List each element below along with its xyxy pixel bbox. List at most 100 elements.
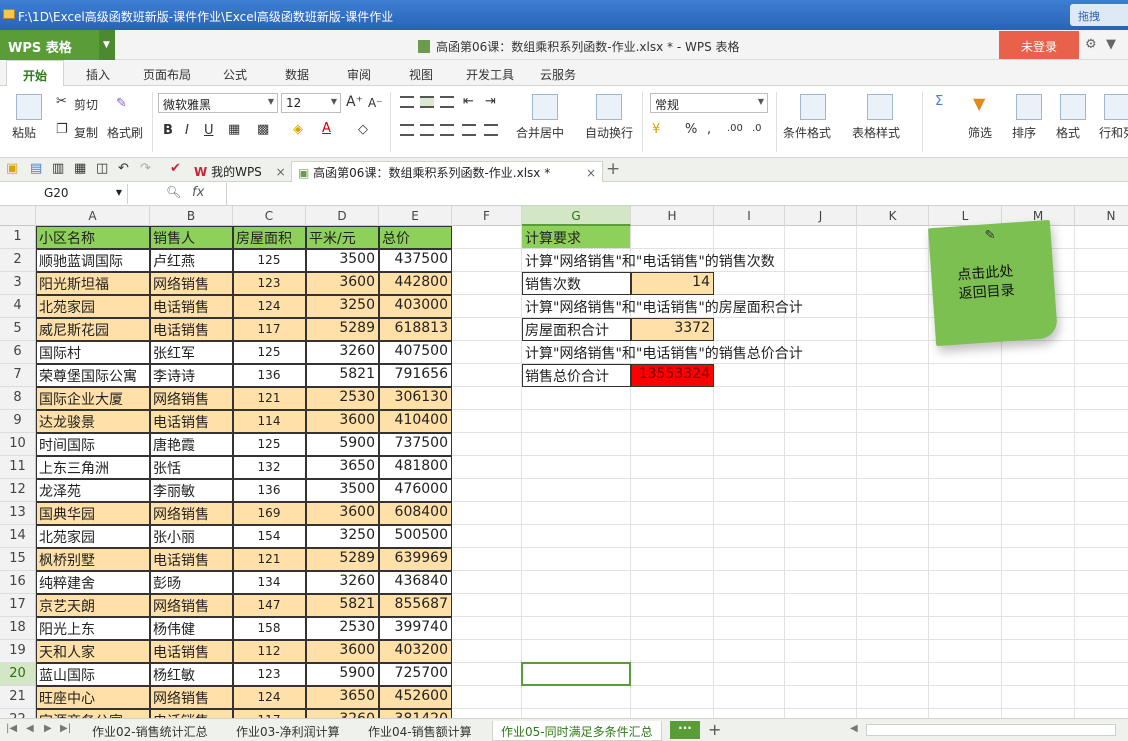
table-row-cell[interactable]: 李诗诗	[150, 364, 233, 387]
table-row-cell[interactable]: 476000	[379, 479, 452, 502]
table-row-cell[interactable]: 123	[233, 663, 306, 686]
table-row-cell[interactable]: 3500	[306, 479, 379, 502]
table-row-cell[interactable]: 阳光上东	[36, 617, 150, 640]
merge-center-icon[interactable]	[532, 94, 558, 120]
table-row-cell[interactable]: 618813	[379, 318, 452, 341]
table-row-cell[interactable]: 唐艳霞	[150, 433, 233, 456]
task-value-cell[interactable]: 14	[631, 272, 714, 295]
row-header-7[interactable]: 7	[0, 364, 36, 387]
table-row-cell[interactable]: 顺驰蓝调国际	[36, 249, 150, 272]
table-row-cell[interactable]: 彭旸	[150, 571, 233, 594]
login-button[interactable]: 未登录	[999, 31, 1079, 59]
font-size-select[interactable]: 12 ▼	[281, 93, 341, 113]
table-row-cell[interactable]: 时间国际	[36, 433, 150, 456]
table-row-cell[interactable]: 纯粹建舍	[36, 571, 150, 594]
table-style-button[interactable]: 表格样式	[852, 124, 900, 141]
table-row-cell[interactable]: 3600	[306, 502, 379, 525]
table-row-cell[interactable]: 3260	[306, 341, 379, 364]
table-row-cell[interactable]: 855687	[379, 594, 452, 617]
table-row-cell[interactable]: 158	[233, 617, 306, 640]
row-header-11[interactable]: 11	[0, 456, 36, 479]
table-row-cell[interactable]: 上东三角洲	[36, 456, 150, 479]
active-cell-g20[interactable]	[521, 662, 631, 686]
row-header-20[interactable]: 20	[0, 663, 36, 686]
sheet-tab-02[interactable]: 作业02-销售统计汇总	[84, 721, 216, 741]
align-right-icon[interactable]	[440, 124, 454, 136]
align-middle-icon[interactable]	[420, 96, 434, 108]
task-value-cell[interactable]: 3372	[631, 318, 714, 341]
tab-view[interactable]: 视图	[409, 66, 433, 83]
table-row-cell[interactable]: 威尼斯花园	[36, 318, 150, 341]
table-row-cell[interactable]: 网络销售	[150, 272, 233, 295]
column-header-e[interactable]: E	[379, 206, 452, 226]
task-label-cell[interactable]: 销售次数	[522, 272, 631, 295]
indent-decrease-icon[interactable]: ⇤	[463, 94, 474, 109]
table-row-cell[interactable]: 网络销售	[150, 387, 233, 410]
row-header-2[interactable]: 2	[0, 249, 36, 272]
table-row-cell[interactable]: 电话销售	[150, 318, 233, 341]
prev-sheet-icon[interactable]: ◀	[26, 723, 34, 734]
table-row-cell[interactable]: 114	[233, 410, 306, 433]
table-header-cell[interactable]: 销售人	[150, 226, 233, 249]
row-header-18[interactable]: 18	[0, 617, 36, 640]
table-row-cell[interactable]: 154	[233, 525, 306, 548]
table-row-cell[interactable]: 124	[233, 295, 306, 318]
table-row-cell[interactable]: 134	[233, 571, 306, 594]
font-color-icon[interactable]: A	[322, 121, 331, 136]
table-row-cell[interactable]: 宝源商务公寓	[36, 709, 150, 718]
table-row-cell[interactable]: 杨伟健	[150, 617, 233, 640]
table-row-cell[interactable]: 张小丽	[150, 525, 233, 548]
currency-icon[interactable]: ¥	[652, 122, 660, 137]
table-row-cell[interactable]: 121	[233, 387, 306, 410]
table-row-cell[interactable]: 5821	[306, 364, 379, 387]
wrap-text-icon[interactable]	[596, 94, 622, 120]
table-row-cell[interactable]: 2530	[306, 617, 379, 640]
select-all-corner[interactable]	[0, 206, 36, 226]
row-header-14[interactable]: 14	[0, 525, 36, 548]
table-row-cell[interactable]: 725700	[379, 663, 452, 686]
table-row-cell[interactable]: 125	[233, 249, 306, 272]
undo-icon[interactable]: ↶	[118, 161, 129, 176]
table-row-cell[interactable]: 电话销售	[150, 548, 233, 571]
table-row-cell[interactable]: 阳光斯坦福	[36, 272, 150, 295]
table-row-cell[interactable]: 442800	[379, 272, 452, 295]
thousands-icon[interactable]: ,	[707, 122, 711, 137]
table-row-cell[interactable]: 112	[233, 640, 306, 663]
open-icon[interactable]: ▣	[6, 161, 18, 176]
table-header-cell[interactable]: 总价	[379, 226, 452, 249]
tab-developer[interactable]: 开发工具	[466, 66, 514, 83]
table-row-cell[interactable]: 电话销售	[150, 709, 233, 718]
table-row-cell[interactable]: 407500	[379, 341, 452, 364]
rowcol-icon[interactable]	[1104, 94, 1128, 120]
print-icon[interactable]: ▦	[74, 161, 86, 176]
table-row-cell[interactable]: 北苑家园	[36, 295, 150, 318]
scroll-left-icon[interactable]: ◀	[850, 723, 858, 734]
table-row-cell[interactable]: 3600	[306, 410, 379, 433]
save-icon[interactable]: ▤	[30, 161, 42, 176]
table-row-cell[interactable]: 电话销售	[150, 295, 233, 318]
table-row-cell[interactable]: 2530	[306, 387, 379, 410]
table-row-cell[interactable]: 791656	[379, 364, 452, 387]
table-style-icon[interactable]	[867, 94, 893, 120]
table-row-cell[interactable]: 117	[233, 318, 306, 341]
sheet-tab-04[interactable]: 作业04-销售额计算	[360, 721, 480, 741]
table-row-cell[interactable]: 张红军	[150, 341, 233, 364]
clear-format-icon[interactable]: ◇	[358, 122, 368, 137]
format-icon[interactable]	[1060, 94, 1086, 120]
task-value-cell[interactable]: 13553324	[631, 364, 714, 387]
table-row-cell[interactable]: 410400	[379, 410, 452, 433]
table-row-cell[interactable]: 147	[233, 594, 306, 617]
quick-access-icon[interactable]: ✔	[170, 161, 181, 176]
column-header-j[interactable]: J	[785, 206, 857, 226]
sheet-tab-05[interactable]: 作业05-同时满足多条件汇总	[492, 721, 662, 741]
row-header-6[interactable]: 6	[0, 341, 36, 364]
table-row-cell[interactable]: 网络销售	[150, 502, 233, 525]
table-row-cell[interactable]: 张恬	[150, 456, 233, 479]
table-row-cell[interactable]: 481800	[379, 456, 452, 479]
table-row-cell[interactable]: 蓝山国际	[36, 663, 150, 686]
table-row-cell[interactable]: 403000	[379, 295, 452, 318]
percent-button[interactable]: %	[685, 122, 697, 137]
row-header-9[interactable]: 9	[0, 410, 36, 433]
column-header-f[interactable]: F	[452, 206, 522, 226]
table-row-cell[interactable]: 125	[233, 341, 306, 364]
